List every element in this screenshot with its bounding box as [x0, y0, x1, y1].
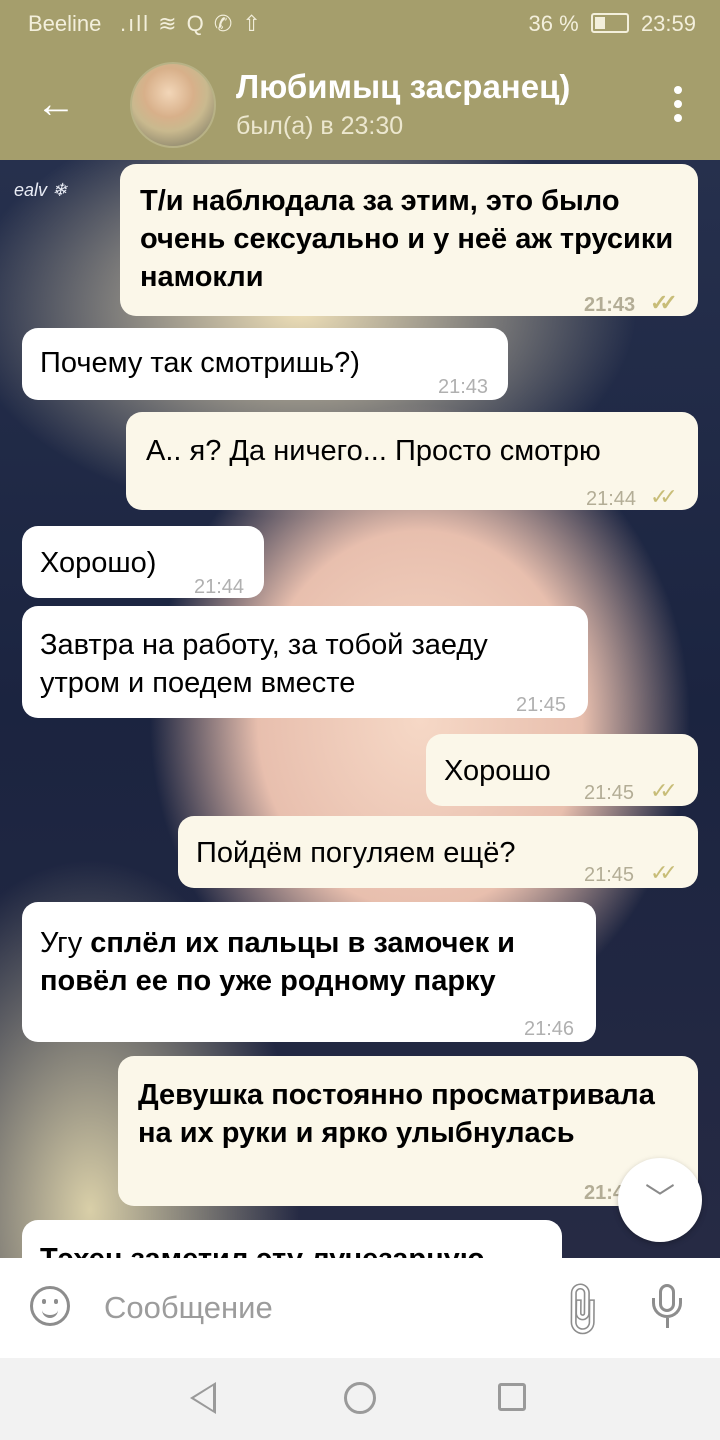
microphone-icon[interactable] [650, 1284, 686, 1332]
message-text-action: сплёл их пальцы в замочек и повёл ее по … [40, 927, 515, 997]
message-bubble-incoming[interactable]: Завтра на работу, за тобой заеду утром и… [22, 606, 588, 718]
message-time: 21:46 [524, 1018, 575, 1040]
more-menu-icon[interactable] [672, 86, 684, 126]
message-text: Девушка постоянно просматривала на их ру… [138, 1079, 655, 1149]
nav-home-icon[interactable] [344, 1382, 376, 1414]
message-text: А.. я? Да ничего... Просто смотрю [146, 435, 601, 467]
last-seen-status: был(а) в 23:30 [236, 112, 404, 140]
message-input-bar: Сообщение 📎︎ [0, 1258, 720, 1358]
clock: 23:59 [640, 11, 696, 36]
scroll-down-button[interactable]: ﹀ [618, 1158, 702, 1242]
attach-icon[interactable]: 📎︎ [547, 1275, 616, 1344]
carrier-name: Beeline [28, 11, 102, 36]
message-text: Т/и наблюдала за этим, это было очень се… [140, 185, 674, 293]
status-right: 36 % 23:59 [529, 11, 696, 37]
message-time: 21:43 [584, 294, 636, 316]
contact-name[interactable]: Любимыц засранец) [236, 68, 570, 106]
message-text: Пойдём погуляем ещё? [196, 837, 516, 869]
chat-messages[interactable]: ealv ❄ Т/и наблюдала за этим, это было о… [0, 160, 720, 1258]
message-bubble-outgoing[interactable]: Девушка постоянно просматривала на их ру… [118, 1056, 698, 1206]
message-input[interactable]: Сообщение [104, 1290, 273, 1326]
nav-back-icon[interactable] [190, 1382, 216, 1414]
message-bubble-incoming[interactable]: Угу сплёл их пальцы в замочек и повёл ее… [22, 902, 596, 1042]
chat-header: ← Любимыц засранец) был(а) в 23:30 [0, 48, 720, 160]
system-nav-bar [0, 1358, 720, 1440]
message-bubble-incoming[interactable]: Хорошо) 21:44 [22, 526, 264, 598]
emoji-icon[interactable] [30, 1286, 70, 1326]
message-text-plain: Угу [40, 927, 83, 959]
message-time: 21:45 [516, 694, 567, 716]
message-bubble-outgoing[interactable]: Пойдём погуляем ещё? 21:45 ✓✓ [178, 816, 698, 888]
wallpaper-watermark: ealv ❄ [14, 180, 68, 200]
message-time: 21:44 [586, 488, 637, 510]
message-text: Тэхен заметил эту лучезарную [40, 1243, 485, 1258]
message-text: Хорошо) [40, 547, 157, 579]
message-bubble-incoming[interactable]: Почему так смотришь?) 21:43 [22, 328, 508, 400]
chevron-down-icon: ﹀ [645, 1183, 675, 1216]
read-check-icon: ✓✓ [650, 484, 678, 509]
nav-recents-icon[interactable] [498, 1383, 526, 1411]
message-bubble-outgoing[interactable]: Хорошо 21:45 ✓✓ [426, 734, 698, 806]
message-bubble-outgoing[interactable]: Т/и наблюдала за этим, это было очень се… [120, 164, 698, 316]
message-bubble-outgoing[interactable]: А.. я? Да ничего... Просто смотрю 21:44 … [126, 412, 698, 510]
status-bar: Beeline .ıll ≋ Q ✆ ⇧ 36 % 23:59 [0, 0, 720, 48]
back-arrow-icon[interactable]: ← [34, 82, 78, 126]
message-text: Завтра на работу, за тобой заеду утром и… [40, 629, 488, 699]
message-bubble-incoming[interactable]: Тэхен заметил эту лучезарную [22, 1220, 562, 1258]
read-check-icon: ✓✓ [650, 860, 678, 885]
message-time: 21:43 [438, 376, 489, 398]
avatar[interactable] [130, 62, 216, 148]
status-icons: .ıll ≋ Q ✆ ⇧ [120, 11, 263, 36]
battery-percent: 36 % [528, 11, 579, 36]
message-text: Хорошо [444, 755, 551, 787]
read-check-icon: ✓✓ [650, 290, 678, 315]
read-check-icon: ✓✓ [650, 778, 678, 803]
message-time: 21:45 [584, 864, 635, 886]
message-text: Почему так смотришь?) [40, 347, 360, 379]
message-time: 21:44 [194, 576, 245, 598]
message-time: 21:45 [584, 782, 635, 804]
battery-icon [590, 13, 629, 33]
